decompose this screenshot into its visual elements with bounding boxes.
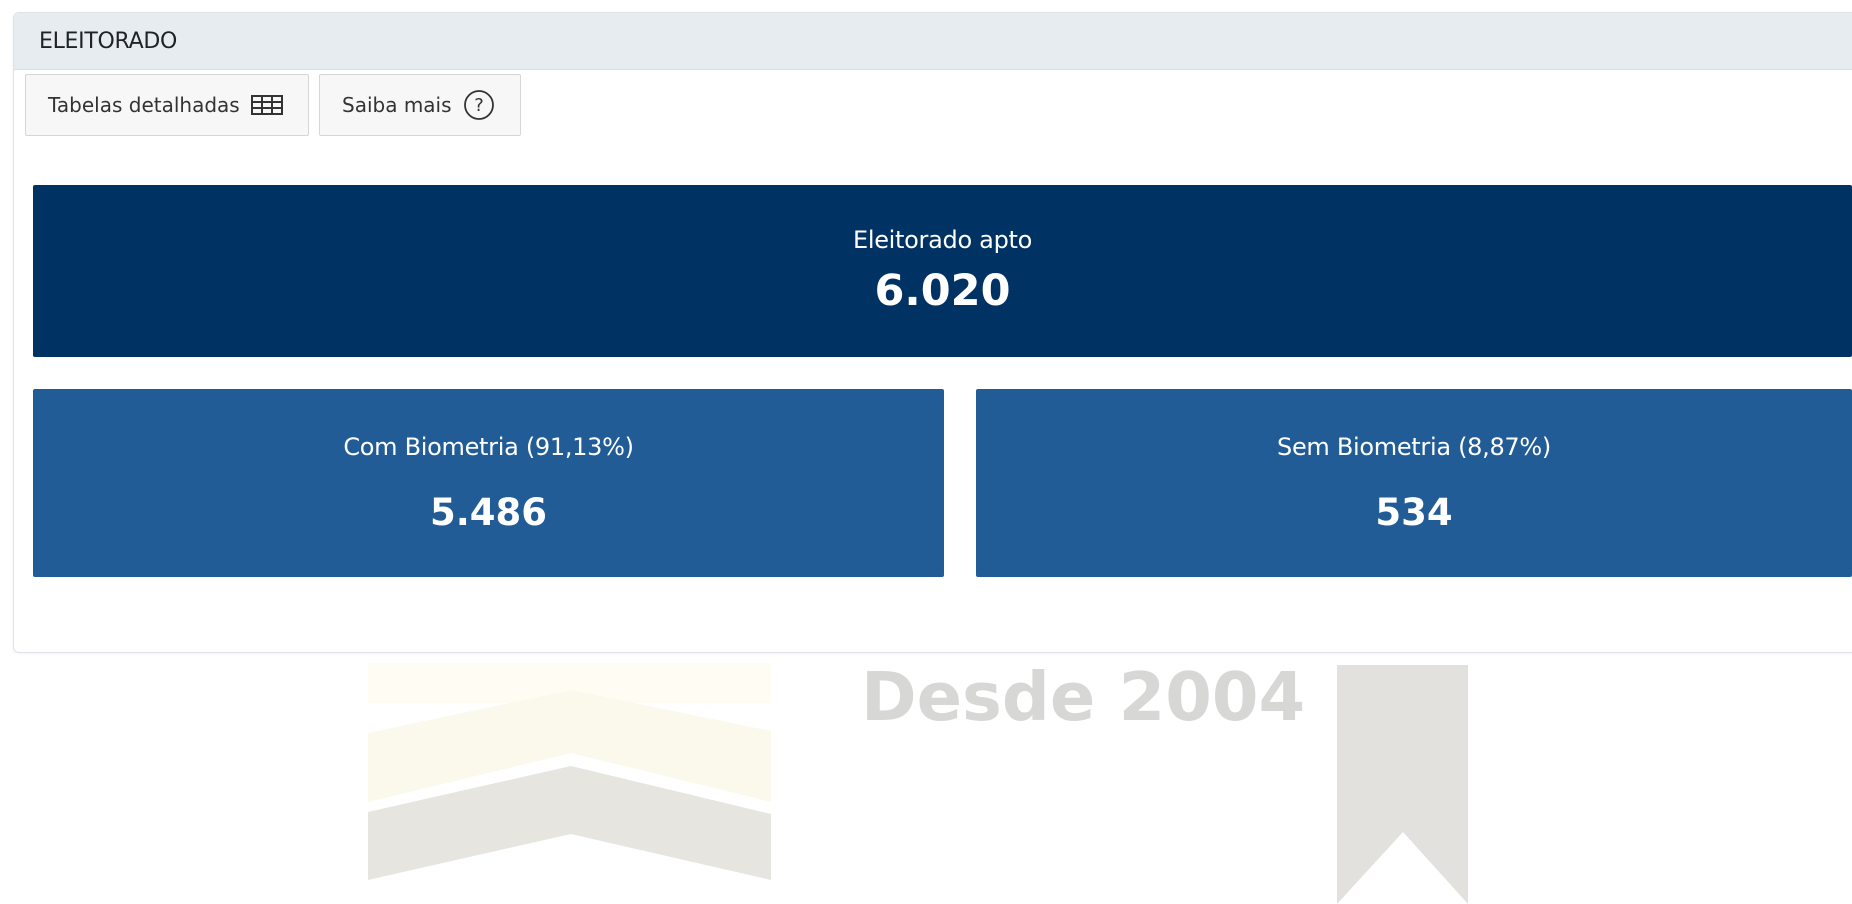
detailed-tables-label: Tabelas detalhadas [48, 93, 240, 117]
eligible-voters-value: 6.020 [874, 266, 1011, 316]
watermark-ribbon [1337, 665, 1468, 904]
question-circle-icon: ? [463, 89, 495, 121]
watermark-text: Desde 2004 [861, 658, 1306, 736]
panel-title: ELEITORADO [39, 28, 178, 54]
detailed-tables-button[interactable]: Tabelas detalhadas [25, 74, 309, 136]
without-biometrics-tile: Sem Biometria (8,87%) 534 [976, 389, 1852, 577]
without-biometrics-label: Sem Biometria (8,87%) [1277, 432, 1551, 461]
with-biometrics-value: 5.486 [429, 490, 548, 534]
with-biometrics-label: Com Biometria (91,13%) [343, 432, 634, 461]
page: Desde 2004 ELEITORADO Tabelas detalhadas… [0, 0, 1852, 904]
without-biometrics-value: 534 [1375, 490, 1453, 534]
eligible-voters-label: Eleitorado apto [852, 226, 1033, 254]
learn-more-label: Saiba mais [342, 93, 452, 117]
panel-header: ELEITORADO [14, 13, 1852, 70]
svg-text:?: ? [474, 95, 484, 116]
eligible-voters-tile: Eleitorado apto 6.020 [33, 185, 1852, 357]
table-icon [250, 95, 283, 115]
with-biometrics-tile: Com Biometria (91,13%) 5.486 [33, 389, 944, 577]
learn-more-button[interactable]: Saiba mais ? [319, 74, 521, 136]
